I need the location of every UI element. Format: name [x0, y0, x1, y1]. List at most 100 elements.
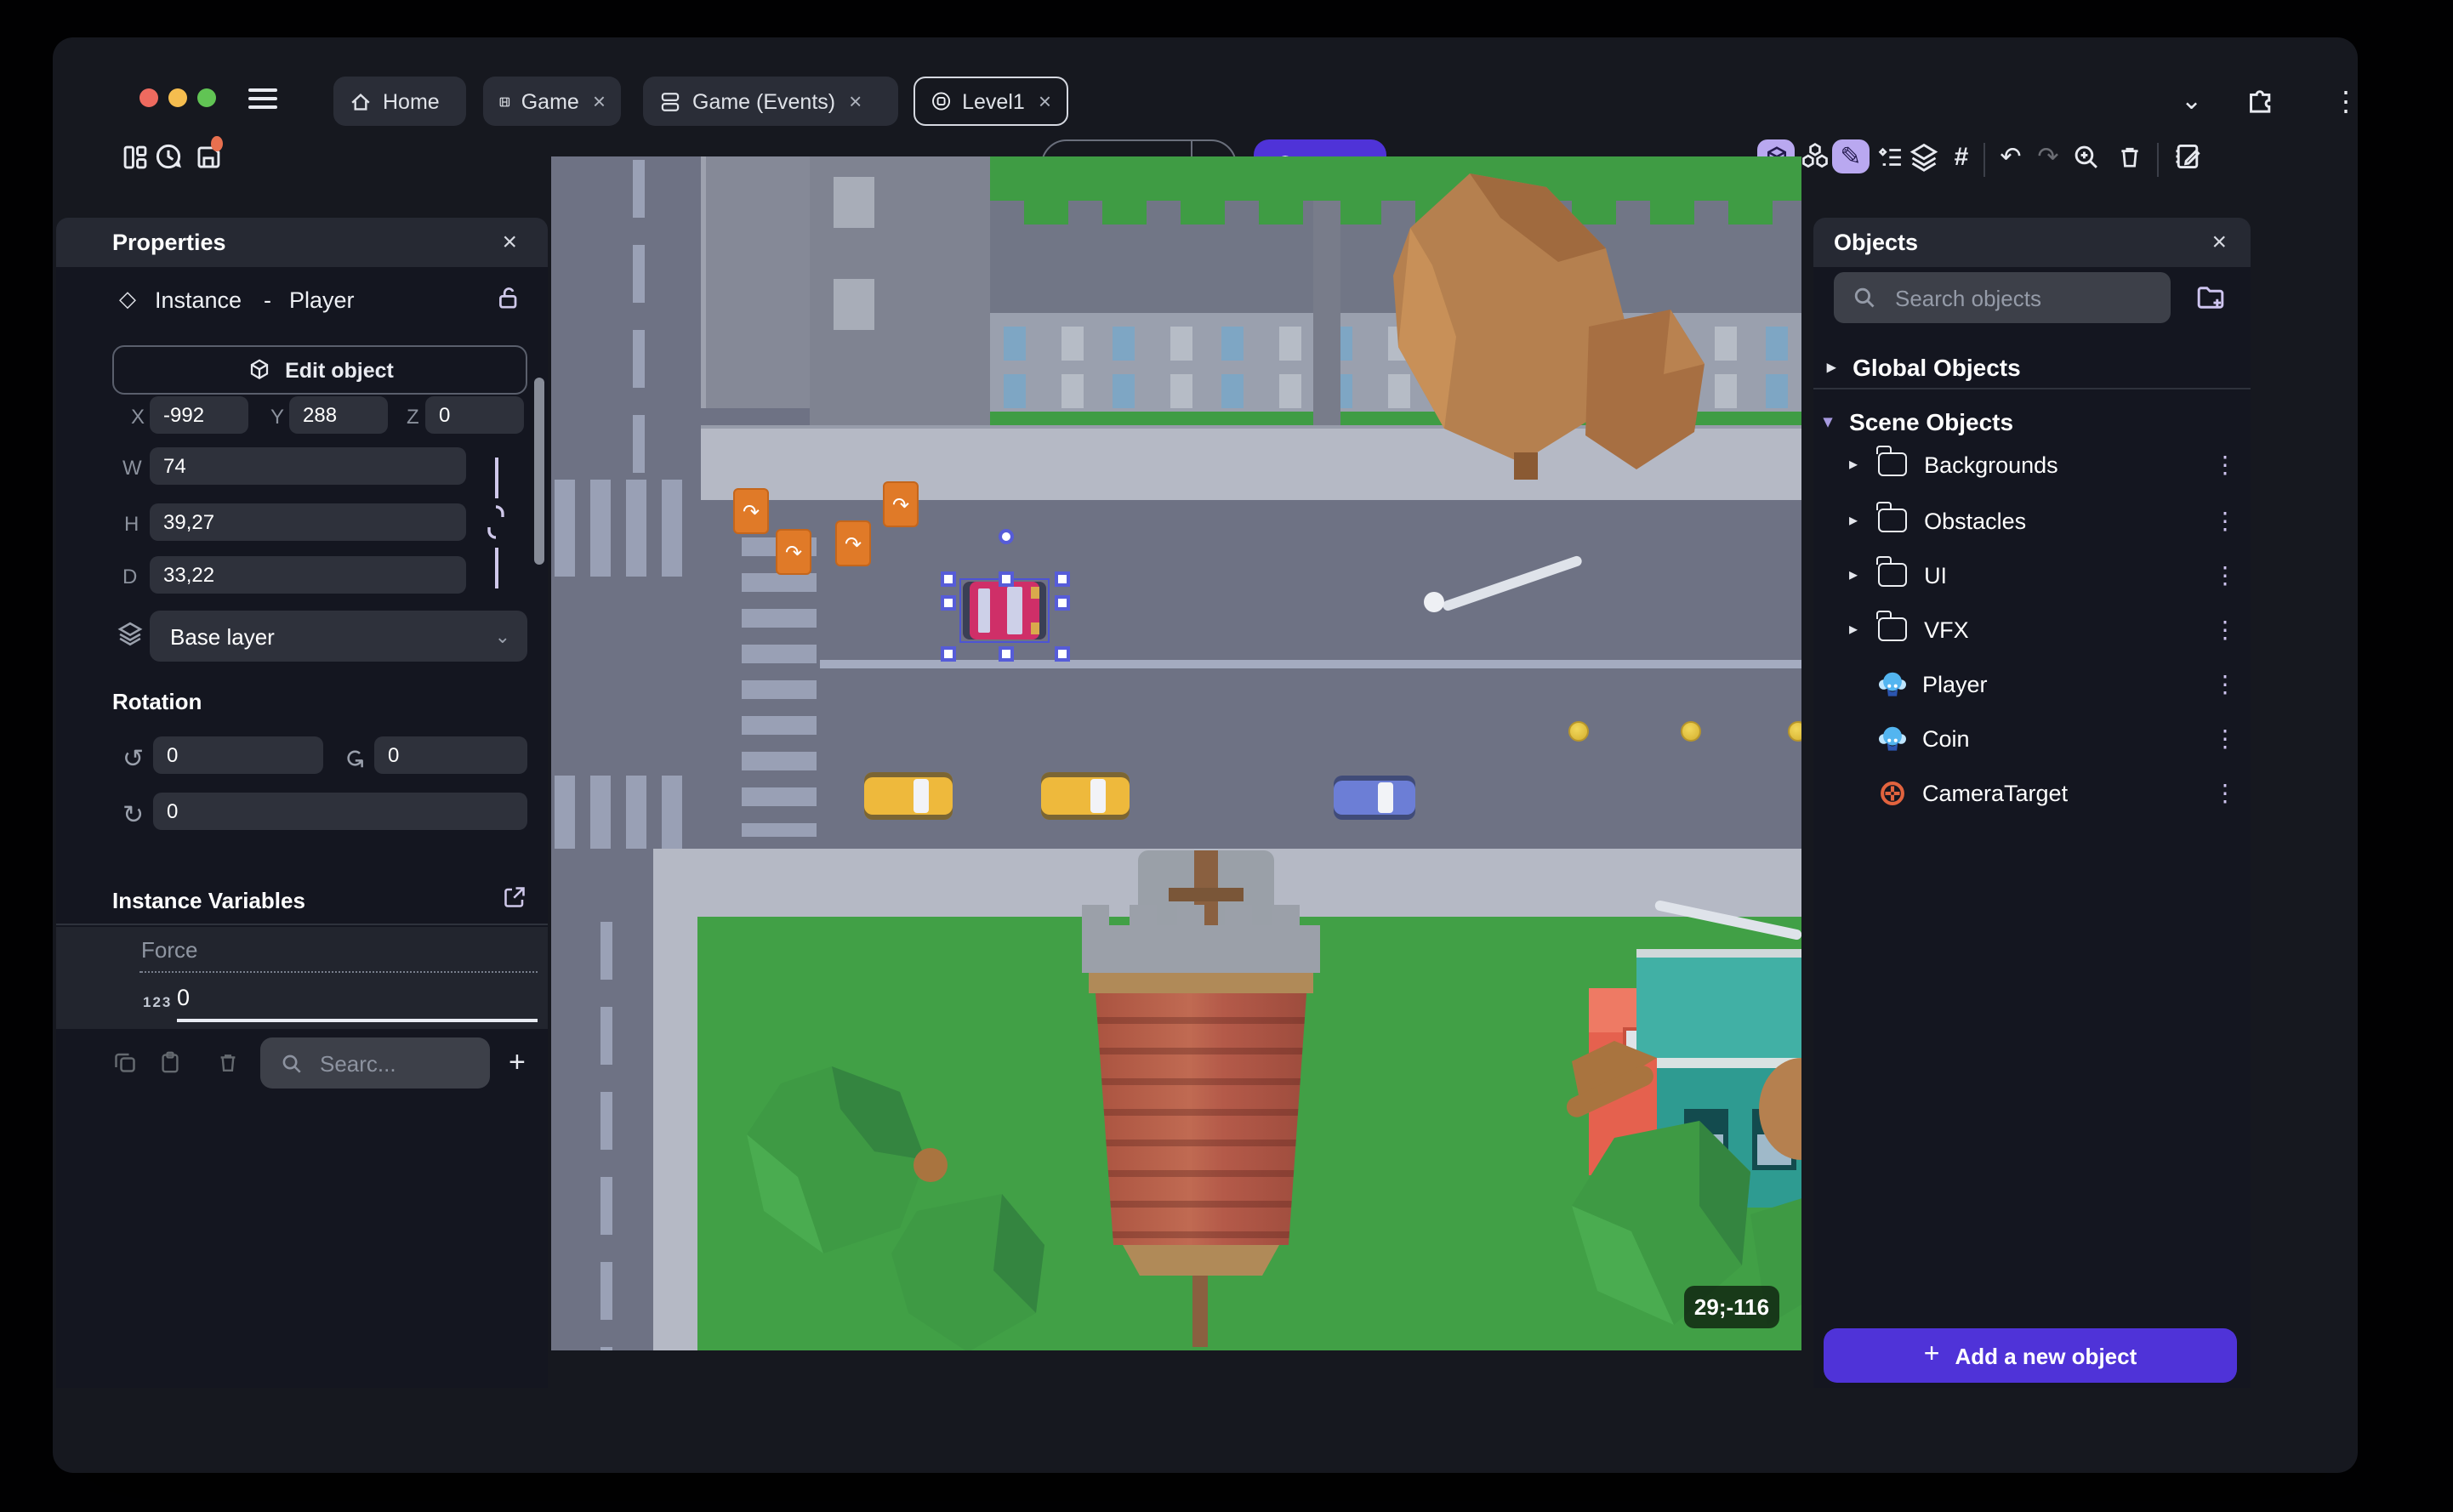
resize-handle-nw[interactable]: [941, 571, 956, 587]
variable-row[interactable]: Force 123 0: [56, 927, 548, 1029]
panels-layout-icon[interactable]: [117, 139, 151, 173]
object-menu-icon[interactable]: ⋮: [2213, 669, 2237, 698]
resize-handle-ne[interactable]: [1055, 571, 1070, 587]
new-folder-icon[interactable]: [2194, 282, 2227, 313]
object-menu-icon[interactable]: ⋮: [2213, 724, 2237, 753]
fallen-lamppost[interactable]: [1441, 554, 1584, 612]
properties-close-icon[interactable]: ×: [502, 228, 517, 257]
rotate-handle[interactable]: [999, 529, 1014, 544]
scene-canvas[interactable]: ↷ ↷ ↷ ↷ 29;-116: [551, 156, 1801, 1350]
folder-menu-icon[interactable]: ⋮: [2213, 450, 2237, 479]
instances-list-icon[interactable]: [1873, 139, 1907, 173]
resize-handle-s[interactable]: [999, 646, 1014, 662]
add-new-object-button[interactable]: + Add a new object: [1824, 1328, 2237, 1383]
dead-tree[interactable]: [1351, 160, 1708, 493]
tower-body[interactable]: [1095, 993, 1307, 1245]
yellow-car-instance[interactable]: [1041, 772, 1130, 820]
rotation-x-input[interactable]: [153, 736, 323, 774]
folder-row-obstacles[interactable]: ▸ Obstacles ⋮: [1813, 493, 2251, 548]
player-car-instance[interactable]: [963, 577, 1046, 639]
variables-search-input[interactable]: [316, 1049, 470, 1077]
obstacle-crate[interactable]: ↷: [835, 520, 871, 566]
variable-value[interactable]: 0: [177, 985, 190, 1010]
coin-instance[interactable]: [1681, 721, 1701, 742]
obstacle-crate[interactable]: ↷: [883, 481, 919, 527]
layer-select[interactable]: Base layer ⌄: [150, 611, 527, 662]
layers-panel-icon[interactable]: [1907, 139, 1941, 173]
coin-instance[interactable]: [1568, 721, 1589, 742]
window-zoom-button[interactable]: [197, 88, 216, 107]
edit-object-button[interactable]: Edit object: [112, 345, 527, 395]
tab-game-events[interactable]: Game (Events) ×: [643, 77, 898, 126]
unlock-icon[interactable]: [495, 284, 522, 311]
resize-handle-n[interactable]: [999, 571, 1014, 587]
tab-level1[interactable]: Level1 ×: [913, 77, 1068, 126]
x-input[interactable]: [150, 396, 248, 434]
obstacle-crate[interactable]: ↷: [776, 529, 811, 575]
y-input[interactable]: [289, 396, 388, 434]
folder-row-backgrounds[interactable]: ▸ Backgrounds ⋮: [1813, 437, 2251, 492]
redo-icon[interactable]: ↷: [2031, 139, 2065, 173]
resize-handle-se[interactable]: [1055, 646, 1070, 662]
paste-icon[interactable]: [158, 1049, 182, 1075]
tower-crenellation[interactable]: [1082, 905, 1320, 973]
search-icon: [282, 1054, 301, 1072]
obstacle-crate[interactable]: ↷: [733, 488, 769, 534]
resize-handle-sw[interactable]: [941, 646, 956, 662]
tab-game-close-icon[interactable]: ×: [593, 88, 606, 114]
object-row-cameratarget[interactable]: CameraTarget ⋮: [1813, 765, 2251, 820]
hamburger-menu-icon[interactable]: [248, 88, 277, 109]
h-input[interactable]: [150, 503, 466, 541]
tab-level1-close-icon[interactable]: ×: [1039, 88, 1051, 114]
folder-menu-icon[interactable]: ⋮: [2213, 506, 2237, 535]
tab-home[interactable]: Home: [333, 77, 466, 126]
open-external-icon[interactable]: [502, 884, 527, 910]
undo-icon[interactable]: ↶: [1994, 139, 2028, 173]
object-row-coin[interactable]: Coin ⋮: [1813, 711, 2251, 765]
yellow-car-instance[interactable]: [864, 772, 953, 820]
z-input[interactable]: [425, 396, 524, 434]
grid-icon[interactable]: #: [1944, 139, 1978, 173]
folder-row-ui[interactable]: ▸ UI ⋮: [1813, 548, 2251, 602]
global-objects-row[interactable]: ▸ Global Objects: [1813, 340, 2251, 395]
delete-variable-icon[interactable]: [216, 1049, 240, 1075]
coin-instance[interactable]: [1788, 721, 1801, 742]
history-icon[interactable]: [151, 139, 185, 173]
objects-close-icon[interactable]: ×: [2211, 228, 2227, 257]
blue-car-instance[interactable]: [1334, 776, 1415, 820]
building-block[interactable]: [701, 156, 810, 408]
zoom-in-icon[interactable]: [2069, 139, 2103, 173]
copy-icon[interactable]: [112, 1049, 138, 1075]
scene-notes-icon[interactable]: [2171, 139, 2205, 173]
folder-menu-icon[interactable]: ⋮: [2213, 560, 2237, 589]
window-minimize-button[interactable]: [168, 88, 187, 107]
variables-search[interactable]: [260, 1037, 490, 1089]
edit-mode-icon[interactable]: ✎: [1832, 139, 1870, 173]
object-row-player[interactable]: Player ⋮: [1813, 657, 2251, 711]
building-gap: [1313, 201, 1340, 425]
resize-handle-w[interactable]: [941, 595, 956, 611]
tab-game[interactable]: Game ×: [483, 77, 621, 126]
tab-game-events-close-icon[interactable]: ×: [849, 88, 862, 114]
objects-search[interactable]: [1834, 272, 2171, 323]
d-input[interactable]: [150, 556, 466, 594]
rotation-y-input[interactable]: [374, 736, 527, 774]
extensions-icon[interactable]: [2245, 85, 2276, 116]
link-proportions-icon[interactable]: [485, 503, 507, 541]
folder-menu-icon[interactable]: ⋮: [2213, 615, 2237, 644]
resize-handle-e[interactable]: [1055, 595, 1070, 611]
folder-row-vfx[interactable]: ▸ VFX ⋮: [1813, 602, 2251, 657]
building-block[interactable]: [810, 156, 990, 425]
window-dropdown-icon[interactable]: ⌄: [2181, 85, 2202, 116]
delete-icon[interactable]: [2113, 139, 2147, 173]
rotation-z-input[interactable]: [153, 793, 527, 830]
window-close-button[interactable]: [139, 88, 158, 107]
object-menu-icon[interactable]: ⋮: [2213, 778, 2237, 807]
objects-blocks-icon[interactable]: [1798, 139, 1832, 173]
green-trees-left[interactable]: [713, 1032, 1053, 1350]
add-variable-icon[interactable]: +: [509, 1046, 526, 1080]
objects-search-input[interactable]: [1892, 283, 2147, 312]
w-input[interactable]: [150, 447, 466, 485]
window-menu-icon[interactable]: ⋮: [2332, 85, 2359, 119]
properties-scrollbar[interactable]: [534, 378, 544, 565]
